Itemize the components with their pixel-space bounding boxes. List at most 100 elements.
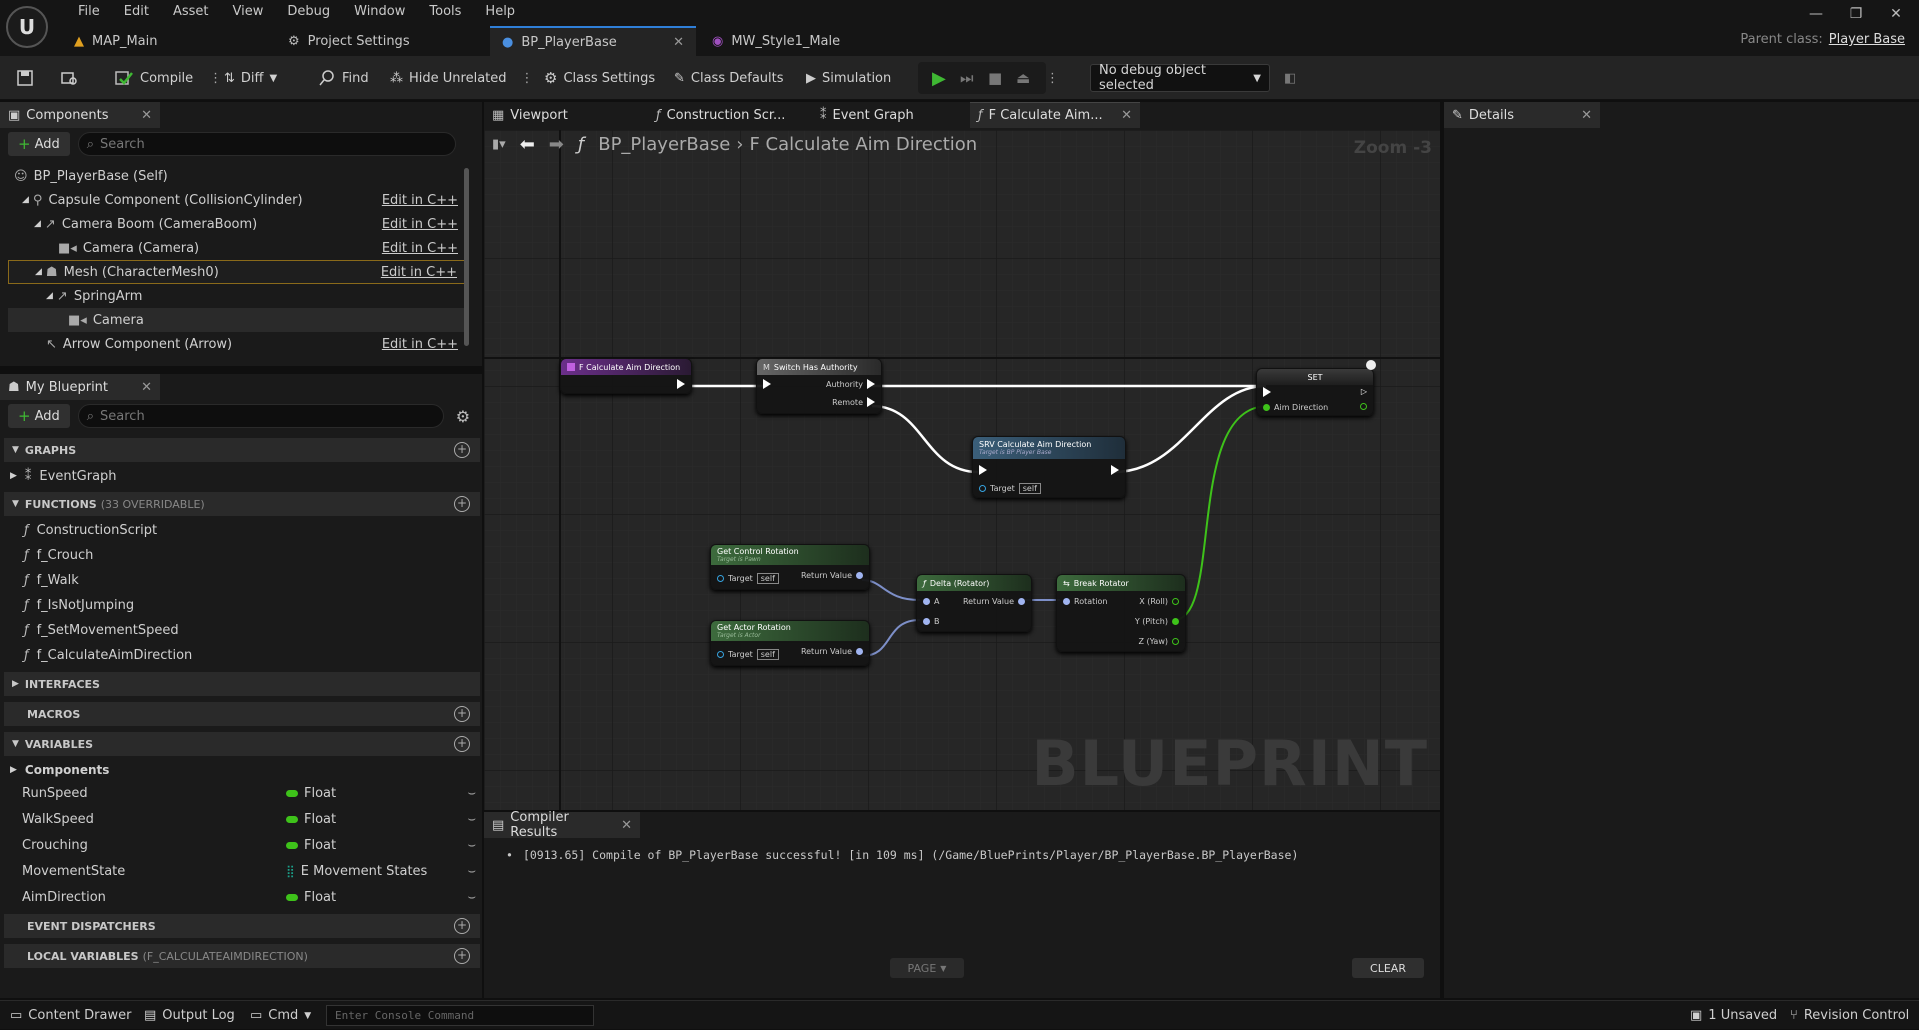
tab-viewport[interactable]: ▦ Viewport [484, 102, 644, 128]
revision-control-button[interactable]: ⑂ Revision Control [1790, 1001, 1909, 1030]
hide-unrelated-button[interactable]: ⁂ Hide Unrelated ⋮ [382, 56, 542, 100]
b-pin[interactable]: B [923, 617, 940, 626]
exec-out-pin[interactable] [1111, 465, 1119, 475]
variable-type[interactable]: Float [286, 890, 336, 905]
z-yaw-pin[interactable]: Z (Yaw) [1139, 637, 1179, 646]
step-icon[interactable]: ⏭ [952, 56, 982, 100]
details-tab[interactable]: ✎ Details ✕ [1444, 102, 1600, 128]
blueprint-graph[interactable]: ▮▾ ⬅ ➡ ƒ BP_PlayerBase › F Calculate Aim… [484, 130, 1440, 810]
more-options-icon[interactable]: ⋮ [1038, 56, 1067, 100]
node-delta-rotator[interactable]: ƒ Delta (Rotator) A B Return Value [916, 574, 1032, 632]
add-event-dispatcher-icon[interactable]: + [454, 918, 470, 934]
components-tab[interactable]: ▣ Components ✕ [0, 102, 160, 128]
menu-window[interactable]: Window [342, 2, 417, 22]
variable-row[interactable]: MovementState ⣿ E Movement States ⌣ [4, 858, 480, 884]
menu-view[interactable]: View [221, 2, 276, 22]
restore-icon[interactable]: ❐ [1841, 6, 1871, 28]
return-value-pin[interactable]: Return Value [801, 571, 863, 580]
parent-class-link[interactable]: Player Base [1829, 32, 1905, 47]
bookmark-icon[interactable]: ▮▾ [492, 137, 506, 152]
section-functions[interactable]: ▼ FUNCTIONS (33 OVERRIDABLE) + [4, 492, 480, 516]
exec-out-pin[interactable] [677, 379, 685, 389]
x-roll-pin[interactable]: X (Roll) [1139, 597, 1179, 606]
back-arrow-icon[interactable]: ⬅ [520, 134, 535, 155]
function-item[interactable]: ƒ f_SetMovementSpeed [24, 618, 179, 642]
add-variable-icon[interactable]: + [454, 736, 470, 752]
minimize-icon[interactable]: — [1801, 6, 1831, 28]
y-pitch-pin[interactable]: Y (Pitch) [1135, 617, 1179, 626]
more-options-icon[interactable]: ⋮ [521, 71, 534, 86]
return-value-pin[interactable]: Return Value [801, 647, 863, 656]
component-mesh[interactable]: ◢ ☗ Mesh (CharacterMesh0) Edit in C++ [8, 260, 468, 284]
node-switch-has-authority[interactable]: M Switch Has Authority Authority Remote [756, 358, 882, 414]
close-window-icon[interactable]: ✕ [1881, 6, 1911, 28]
close-icon[interactable]: ✕ [141, 108, 152, 123]
exec-in-pin[interactable] [979, 465, 987, 475]
component-camera-child[interactable]: ■◂ Camera [8, 308, 468, 332]
add-local-variable-icon[interactable]: + [454, 948, 470, 964]
function-item[interactable]: ƒ f_Crouch [24, 543, 93, 567]
compiler-results-tab[interactable]: ▤ Compiler Results ✕ [484, 810, 640, 840]
variable-category-components[interactable]: ▶ Components [10, 758, 109, 782]
components-scrollbar[interactable] [464, 168, 469, 346]
menu-edit[interactable]: Edit [112, 2, 161, 22]
variable-row[interactable]: AimDirection Float ⌣ [4, 884, 480, 910]
close-icon[interactable]: ✕ [621, 818, 632, 833]
forward-arrow-icon[interactable]: ➡ [549, 134, 564, 155]
target-pin[interactable]: Target self [717, 649, 779, 660]
self-value[interactable]: self [756, 573, 779, 584]
close-icon[interactable]: ✕ [141, 380, 152, 395]
a-pin[interactable]: A [923, 597, 939, 606]
menu-asset[interactable]: Asset [161, 2, 221, 22]
section-graphs[interactable]: ▼ GRAPHS + [4, 438, 480, 462]
close-icon[interactable]: ✕ [673, 35, 684, 50]
component-camera[interactable]: ■◂ Camera (Camera) Edit in C++ [8, 236, 468, 260]
node-break-rotator[interactable]: ⇆ Break Rotator Rotation X (Roll) Y (Pit… [1056, 574, 1186, 652]
graph-item-eventgraph[interactable]: ▶ ⁑ EventGraph [10, 464, 117, 488]
tab-calculate-aim[interactable]: ƒ F Calculate Aim... ✕ [970, 102, 1140, 128]
node-get-actor-rotation[interactable]: Get Actor Rotation Target is Actor Targe… [710, 620, 870, 666]
browse-button[interactable] [52, 56, 86, 100]
output-log-button[interactable]: ▤ Output Log [144, 1001, 235, 1030]
edit-in-cpp-link[interactable]: Edit in C++ [381, 265, 457, 280]
edit-in-cpp-link[interactable]: Edit in C++ [382, 337, 458, 352]
add-graph-icon[interactable]: + [454, 442, 470, 458]
play-icon[interactable]: ▶ [924, 56, 954, 100]
tab-construction-script[interactable]: ƒ Construction Scr... [648, 102, 808, 128]
target-pin[interactable]: Target self [717, 573, 779, 584]
function-item[interactable]: ƒ f_CalculateAimDirection [24, 643, 192, 667]
close-icon[interactable]: ✕ [1581, 108, 1592, 123]
doc-tab-bp-playerbase[interactable]: ● BP_PlayerBase ✕ [490, 26, 696, 56]
add-component-button[interactable]: + Add [8, 132, 70, 156]
simulation-button[interactable]: ▶ Simulation [798, 56, 899, 100]
doc-tab-project-settings[interactable]: ⚙ Project Settings [276, 26, 486, 56]
debug-filter-icon[interactable]: ◧ [1276, 56, 1304, 100]
node-set-aim-direction[interactable]: SET ▷ Aim Direction [1256, 368, 1374, 416]
menu-tools[interactable]: Tools [417, 2, 473, 22]
component-springarm[interactable]: ◢ ↗ SpringArm [8, 284, 468, 308]
section-local-variables[interactable]: LOCAL VARIABLES (F_CALCULATEAIMDIRECTION… [4, 944, 480, 968]
menu-file[interactable]: File [66, 2, 112, 22]
visibility-eye-icon[interactable]: ⌣ [467, 890, 476, 905]
cmd-button[interactable]: ▭ Cmd ▼ [250, 1001, 311, 1030]
stop-icon[interactable]: ■ [980, 56, 1010, 100]
tab-event-graph[interactable]: ⁑ Event Graph [812, 102, 972, 128]
my-blueprint-tab[interactable]: ☗ My Blueprint ✕ [0, 374, 160, 400]
authority-pin[interactable]: Authority [826, 379, 875, 389]
edit-in-cpp-link[interactable]: Edit in C++ [382, 193, 458, 208]
variable-type[interactable]: Float [286, 812, 336, 827]
edit-in-cpp-link[interactable]: Edit in C++ [382, 217, 458, 232]
component-self[interactable]: ☺ BP_PlayerBase (Self) [8, 164, 468, 188]
section-event-dispatchers[interactable]: EVENT DISPATCHERS + [4, 914, 480, 938]
node-function-entry[interactable]: F Calculate Aim Direction [560, 358, 692, 394]
node-srv-calculate[interactable]: SRV Calculate Aim Direction Target is BP… [972, 436, 1126, 498]
variable-type[interactable]: ⣿ E Movement States [286, 864, 427, 879]
self-value[interactable]: self [1018, 483, 1041, 494]
component-camera-boom[interactable]: ◢ ↗ Camera Boom (CameraBoom) Edit in C++ [8, 212, 468, 236]
variable-row[interactable]: RunSpeed Float ⌣ [4, 780, 480, 806]
diff-button[interactable]: ⇅ Diff ▼ [216, 56, 285, 100]
my-blueprint-search-input[interactable]: ⌕ Search [77, 404, 444, 428]
remote-pin[interactable]: Remote [832, 397, 875, 407]
self-value[interactable]: self [756, 649, 779, 660]
variable-type[interactable]: Float [286, 786, 336, 801]
